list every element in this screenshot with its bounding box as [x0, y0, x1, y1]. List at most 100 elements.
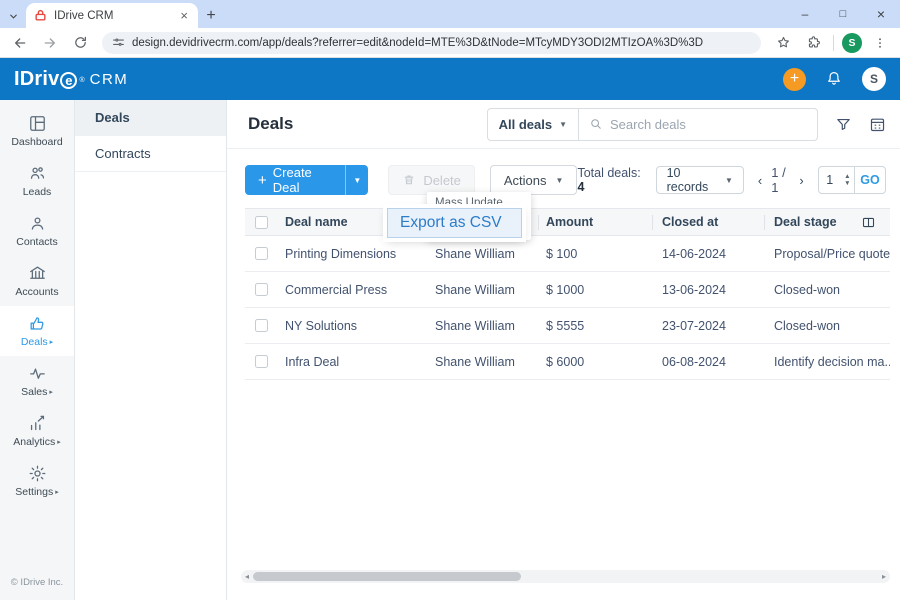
- records-per-page-label: 10 records: [666, 166, 709, 194]
- url-text[interactable]: design.devidrivecrm.com/app/deals?referr…: [132, 37, 703, 49]
- prev-page-icon[interactable]: ‹: [757, 173, 763, 188]
- search-input[interactable]: [610, 116, 790, 132]
- site-settings-icon[interactable]: [112, 36, 125, 49]
- sidebar-item-dashboard[interactable]: Dashboard: [0, 106, 74, 156]
- actions-dropdown-button[interactable]: Actions ▼: [489, 165, 578, 195]
- table-row[interactable]: Infra Deal Shane William $ 6000 06-08-20…: [245, 344, 890, 380]
- browser-profile-avatar[interactable]: S: [842, 32, 862, 53]
- column-picker-icon[interactable]: [861, 215, 876, 230]
- deal-name-cell[interactable]: NY Solutions: [277, 319, 423, 333]
- total-deals-count: 4: [577, 180, 585, 194]
- forward-icon[interactable]: [38, 31, 62, 55]
- menu-item-mass-update[interactable]: Mass Update: [427, 192, 531, 209]
- row-checkbox[interactable]: [254, 319, 268, 332]
- page-header: Deals All deals ▼: [227, 100, 900, 149]
- sidebar-item-label: Accounts: [15, 286, 59, 298]
- delete-button[interactable]: Delete: [388, 165, 475, 195]
- create-deal-button[interactable]: + Create Deal: [245, 165, 345, 195]
- deal-amount-cell: $ 1000: [546, 282, 585, 297]
- tab-favicon-icon: [34, 9, 47, 22]
- scroll-left-icon[interactable]: ◂: [241, 572, 253, 581]
- submenu-arrow-icon: ▸: [49, 339, 54, 346]
- deal-name-cell[interactable]: Infra Deal: [277, 355, 423, 369]
- horizontal-scrollbar[interactable]: ◂ ▸: [241, 570, 890, 583]
- sidebar-item-label: Analytics: [13, 436, 56, 448]
- sidebar-item-settings[interactable]: Settings ▸: [0, 456, 74, 506]
- back-icon[interactable]: [8, 31, 32, 55]
- deal-closed-cell: 13-06-2024: [662, 282, 726, 297]
- sidebar-item-leads[interactable]: Leads: [0, 156, 74, 206]
- deal-name-cell[interactable]: Commercial Press: [277, 283, 423, 297]
- tab-search-chevron-icon[interactable]: [0, 4, 26, 28]
- table-row[interactable]: Printing Dimensions Shane William $ 100 …: [245, 236, 890, 272]
- actions-label: Actions: [503, 172, 547, 188]
- pagination: ‹ 1 / 1 ›: [757, 165, 805, 195]
- new-tab-button[interactable]: +: [198, 3, 224, 28]
- quick-create-button[interactable]: +: [783, 67, 806, 91]
- next-page-icon[interactable]: ›: [798, 173, 804, 188]
- select-all-checkbox[interactable]: [254, 215, 268, 229]
- view-filter-dropdown[interactable]: All deals ▼: [488, 109, 578, 140]
- column-header-closed-at[interactable]: Closed at: [652, 209, 764, 235]
- sidebar-item-deals[interactable]: Deals ▸: [0, 306, 74, 356]
- search-icon: [589, 117, 603, 131]
- deal-stage-label: Deal stage: [774, 215, 837, 229]
- scrollbar-thumb[interactable]: [253, 572, 521, 581]
- browser-tab-strip: IDrive CRM × + – □ ×: [0, 0, 900, 28]
- row-checkbox[interactable]: [254, 247, 268, 260]
- menu-item-export-csv[interactable]: Export as CSV: [387, 208, 522, 238]
- refresh-icon[interactable]: [68, 31, 92, 55]
- address-bar[interactable]: design.devidrivecrm.com/app/deals?referr…: [102, 31, 761, 54]
- deal-owner-cell: Shane William: [435, 318, 515, 333]
- page-number-input[interactable]: [818, 173, 841, 187]
- search-box[interactable]: [579, 116, 817, 132]
- browser-toolbar: design.devidrivecrm.com/app/deals?referr…: [0, 28, 900, 58]
- column-header-deal-stage[interactable]: Deal stage: [764, 209, 890, 235]
- table-row[interactable]: NY Solutions Shane William $ 5555 23-07-…: [245, 308, 890, 344]
- browser-menu-kebab-icon[interactable]: [868, 31, 892, 55]
- row-checkbox[interactable]: [254, 283, 268, 296]
- row-checkbox[interactable]: [254, 355, 268, 368]
- registered-mark: ®: [79, 76, 85, 84]
- deal-stage-cell: Closed-won: [774, 318, 841, 333]
- close-button[interactable]: ×: [862, 0, 900, 28]
- filter-funnel-icon[interactable]: [835, 116, 852, 133]
- window-controls: – □ ×: [786, 0, 900, 28]
- extensions-icon[interactable]: [801, 31, 825, 55]
- user-avatar[interactable]: S: [862, 67, 886, 91]
- table-view-icon[interactable]: [869, 116, 886, 133]
- table-header-row: Deal name Amount Closed at Deal stage: [245, 208, 890, 236]
- go-button[interactable]: GO: [855, 173, 885, 187]
- deal-stage-cell: Identify decision ma...: [774, 354, 890, 369]
- browser-tab[interactable]: IDrive CRM ×: [26, 3, 198, 28]
- create-deal-split-button: + Create Deal ▼: [245, 165, 369, 195]
- sidebar-item-contacts[interactable]: Contacts: [0, 206, 74, 256]
- create-deal-dropdown-toggle[interactable]: ▼: [345, 165, 368, 195]
- subnav-item-contracts[interactable]: Contracts: [75, 136, 226, 172]
- page-indicator: 1 / 1: [771, 165, 786, 195]
- subnav-item-deals[interactable]: Deals: [75, 100, 226, 136]
- sidebar-item-accounts[interactable]: Accounts: [0, 256, 74, 306]
- page-number-stepper[interactable]: ▲ ▼: [841, 173, 854, 187]
- minimize-button[interactable]: –: [786, 0, 824, 28]
- deal-name-cell[interactable]: Printing Dimensions: [277, 247, 423, 261]
- tab-close-icon[interactable]: ×: [178, 8, 190, 23]
- toolbar-divider: [833, 34, 834, 51]
- bookmark-star-icon[interactable]: [771, 31, 795, 55]
- scroll-right-icon[interactable]: ▸: [878, 572, 890, 581]
- records-per-page-dropdown[interactable]: 10 records ▼: [655, 166, 744, 194]
- column-header-amount[interactable]: Amount: [538, 209, 652, 235]
- logo-crm-text: CRM: [89, 70, 129, 88]
- notifications-bell-icon[interactable]: [825, 70, 843, 88]
- sidebar-item-analytics[interactable]: Analytics ▸: [0, 406, 74, 456]
- submenu-arrow-icon: ▸: [49, 389, 53, 396]
- delete-label: Delete: [423, 172, 461, 188]
- sidebar-item-sales[interactable]: Sales ▸: [0, 356, 74, 406]
- deals-subnav: Deals Contracts: [75, 100, 227, 600]
- main-content: Deals All deals ▼ Search deals + Create …: [227, 100, 900, 600]
- settings-gear-icon: [29, 465, 45, 482]
- deal-closed-cell: 14-06-2024: [662, 246, 726, 261]
- idrive-crm-logo: IDriv e ® CRM: [14, 68, 128, 91]
- maximize-button[interactable]: □: [824, 0, 862, 28]
- table-row[interactable]: Commercial Press Shane William $ 1000 13…: [245, 272, 890, 308]
